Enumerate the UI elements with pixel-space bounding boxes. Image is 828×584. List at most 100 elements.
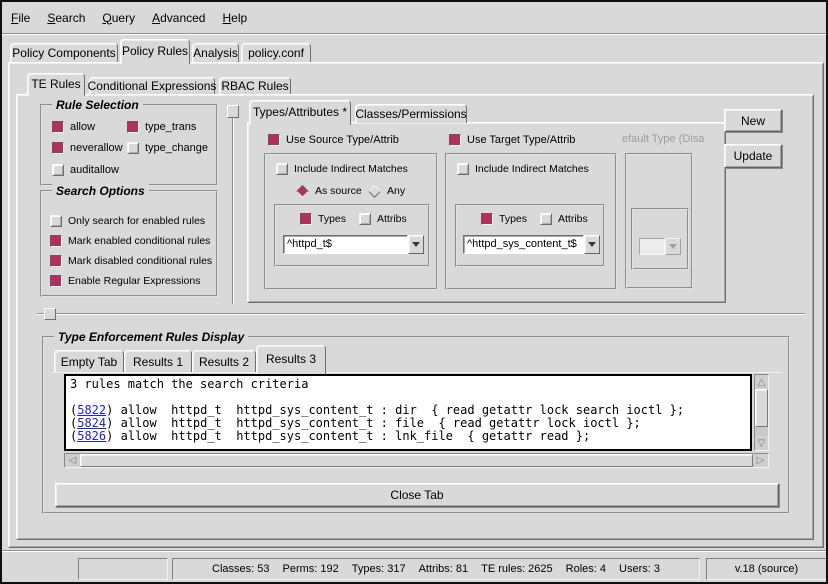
checkbox-target-types-box[interactable] (481, 213, 493, 225)
radio-as-source-label: As source (315, 185, 362, 197)
status-stat: TE rules: 2625 (481, 563, 553, 575)
target-type-combobox-value[interactable]: ^httpd_sys_content_t$ (463, 235, 584, 254)
menu-search[interactable]: Search (47, 11, 85, 25)
tab-rbac-rules[interactable]: RBAC Rules (219, 77, 291, 94)
tab-analysis[interactable]: Analysis (192, 43, 239, 62)
new-button[interactable]: New (724, 109, 782, 132)
app-window: File Search Query Advanced Help Policy Compo… (0, 0, 828, 584)
tab-types-attributes[interactable]: Types/Attributes * (249, 100, 351, 125)
checkbox-use-target-box[interactable] (449, 134, 461, 146)
checkbox-type-trans-box[interactable] (127, 121, 139, 133)
vertical-sash-handle[interactable] (227, 105, 239, 118)
checkbox-target-attribs-box[interactable] (540, 213, 552, 225)
checkbox-source-attribs-box[interactable] (359, 213, 371, 225)
tab-policy-conf[interactable]: policy.conf (241, 43, 311, 62)
menu-bar: File Search Query Advanced Help (2, 2, 826, 33)
checkbox-mark-enabled[interactable]: Mark enabled conditional rules (50, 234, 210, 248)
update-button[interactable]: Update (724, 144, 782, 168)
checkbox-only-enabled-box[interactable] (50, 215, 62, 227)
chevron-down-icon (412, 242, 420, 247)
horizontal-sash-line (37, 313, 805, 315)
tab-results-3[interactable]: Results 3 (256, 345, 326, 374)
checkbox-type-change-label: type_change (145, 142, 208, 154)
tab-conditional-expressions[interactable]: Conditional Expressions (89, 77, 215, 94)
tab-policy-rules[interactable]: Policy Rules (120, 39, 190, 64)
rule-selection-title: Rule Selection (52, 98, 143, 112)
checkbox-regex-box[interactable] (50, 275, 62, 287)
horizontal-sash-handle[interactable] (44, 308, 56, 320)
menu-advanced[interactable]: Advanced (152, 11, 205, 25)
menu-file[interactable]: File (11, 11, 30, 25)
target-type-combobox[interactable]: ^httpd_sys_content_t$ (463, 235, 600, 254)
default-type-combobox-value (639, 238, 665, 255)
status-stat: Types: 317 (352, 563, 406, 575)
checkbox-target-attribs[interactable]: Attribs (540, 212, 588, 226)
checkbox-allow[interactable]: allow (52, 120, 95, 134)
checkbox-use-source-box[interactable] (268, 134, 280, 146)
source-type-combobox[interactable]: ^httpd_t$ (283, 235, 424, 254)
checkbox-type-trans[interactable]: type_trans (127, 120, 196, 134)
tab-results-1[interactable]: Results 1 (124, 350, 192, 372)
checkbox-neverallow-label: neverallow (70, 142, 123, 154)
checkbox-use-source[interactable]: Use Source Type/Attrib (268, 133, 399, 147)
checkbox-target-indirect-box[interactable] (457, 163, 469, 175)
checkbox-source-indirect-box[interactable] (276, 163, 288, 175)
checkbox-source-types[interactable]: Types (300, 212, 346, 226)
checkbox-use-source-label: Use Source Type/Attrib (286, 134, 399, 146)
tab-classes-permissions[interactable]: Classes/Permissions (355, 104, 467, 123)
status-stats-box: Classes: 53Perms: 192Types: 317Attribs: … (172, 558, 700, 580)
radio-any-dot[interactable] (368, 185, 381, 198)
checkbox-source-indirect[interactable]: Include Indirect Matches (276, 162, 408, 176)
checkbox-mark-enabled-box[interactable] (50, 235, 62, 247)
results-group-title: Type Enforcement Rules Display (54, 330, 248, 344)
checkbox-auditallow-box[interactable] (52, 164, 64, 176)
checkbox-use-target[interactable]: Use Target Type/Attrib (449, 133, 575, 147)
status-stat: Perms: 192 (283, 563, 339, 575)
checkbox-regex-label: Enable Regular Expressions (68, 275, 201, 287)
tab-results-2[interactable]: Results 2 (192, 350, 256, 372)
results-tab-baseline (52, 372, 782, 373)
checkbox-allow-box[interactable] (52, 121, 64, 133)
checkbox-mark-enabled-label: Mark enabled conditional rules (68, 235, 210, 247)
tab-empty-tab[interactable]: Empty Tab (54, 350, 124, 372)
checkbox-type-change-box[interactable] (127, 142, 139, 154)
radio-as-source[interactable]: As source (296, 184, 362, 198)
checkbox-regex[interactable]: Enable Regular Expressions (50, 274, 201, 288)
menu-query[interactable]: Query (102, 11, 135, 25)
checkbox-use-target-label: Use Target Type/Attrib (467, 134, 575, 146)
radio-any[interactable]: Any (368, 184, 405, 198)
checkbox-target-types[interactable]: Types (481, 212, 527, 226)
checkbox-mark-disabled-box[interactable] (50, 255, 62, 267)
checkbox-only-enabled-label: Only search for enabled rules (68, 215, 205, 227)
checkbox-source-attribs-label: Attribs (377, 213, 407, 225)
checkbox-neverallow-box[interactable] (52, 142, 64, 154)
default-type-combobox-arrow (665, 238, 681, 255)
checkbox-auditallow[interactable]: auditallow (52, 163, 119, 177)
menu-help[interactable]: Help (222, 11, 247, 25)
radio-as-source-dot[interactable] (296, 185, 309, 198)
checkbox-mark-disabled[interactable]: Mark disabled conditional rules (50, 254, 212, 268)
close-tab-button[interactable]: Close Tab (55, 483, 779, 507)
default-type-label: efault Type (Disa (622, 133, 715, 145)
checkbox-type-change[interactable]: type_change (127, 141, 208, 155)
chevron-down-icon (669, 244, 677, 249)
status-empty-box (78, 558, 168, 580)
checkbox-mark-disabled-label: Mark disabled conditional rules (68, 255, 212, 267)
search-options-title: Search Options (52, 184, 149, 198)
source-type-combobox-value[interactable]: ^httpd_t$ (283, 235, 408, 254)
source-type-combobox-arrow[interactable] (408, 235, 424, 254)
chevron-down-icon (588, 242, 596, 247)
default-type-combobox (639, 238, 681, 255)
target-type-combobox-arrow[interactable] (584, 235, 600, 254)
checkbox-target-indirect[interactable]: Include Indirect Matches (457, 162, 589, 176)
checkbox-source-attribs[interactable]: Attribs (359, 212, 407, 226)
checkbox-source-types-box[interactable] (300, 213, 312, 225)
status-stat: Roles: 4 (566, 563, 606, 575)
checkbox-only-enabled[interactable]: Only search for enabled rules (50, 214, 205, 228)
tab-te-rules[interactable]: TE Rules (27, 73, 85, 96)
status-stat: Classes: 53 (212, 563, 269, 575)
checkbox-neverallow[interactable]: neverallow (52, 141, 123, 155)
checkbox-allow-label: allow (70, 121, 95, 133)
checkbox-target-indirect-label: Include Indirect Matches (475, 163, 589, 175)
tab-policy-components[interactable]: Policy Components (10, 43, 118, 62)
